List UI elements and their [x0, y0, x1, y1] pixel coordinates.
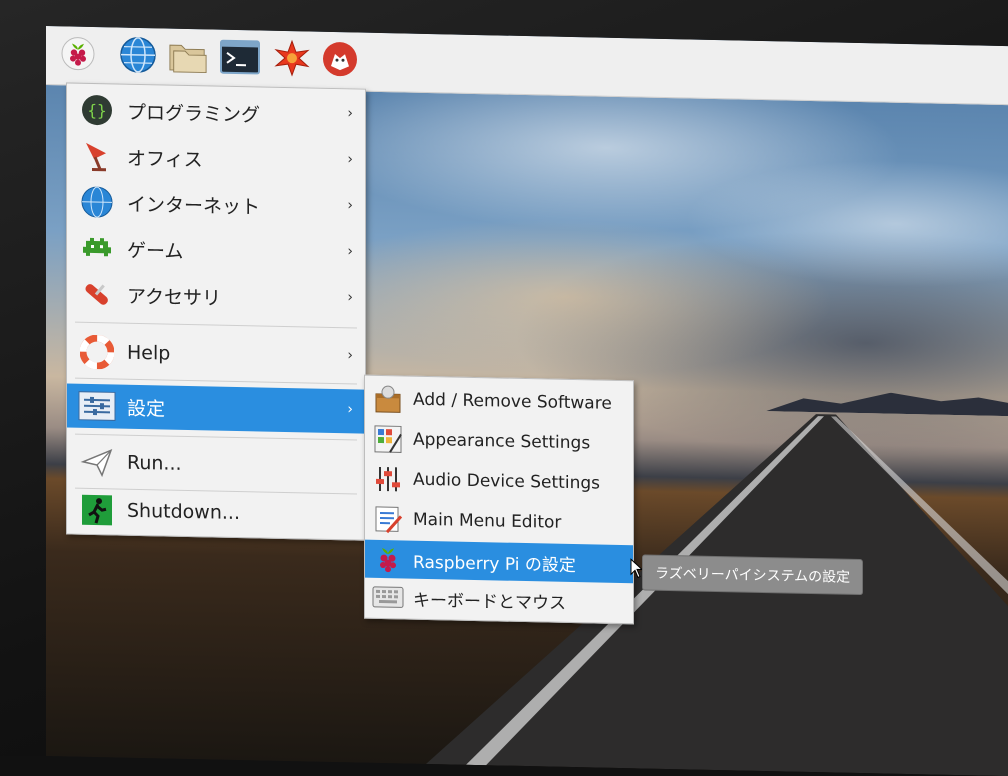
- tooltip: ラズベリーパイシステムの設定: [642, 554, 863, 595]
- preferences-icon: [77, 386, 117, 427]
- menu-item-label: ゲーム: [127, 235, 183, 263]
- submenu-arrow-icon: ›: [347, 347, 353, 363]
- terminal-icon[interactable]: [220, 37, 260, 78]
- accessories-icon: [77, 274, 117, 315]
- submenu-item-audio-device-settings[interactable]: Audio Device Settings: [365, 460, 633, 504]
- office-icon: [77, 136, 117, 177]
- web-browser-icon[interactable]: [118, 35, 158, 76]
- run-icon: [77, 442, 117, 483]
- submenu-item-label: キーボードとマウス: [413, 585, 566, 613]
- submenu-item-label: Audio Device Settings: [413, 470, 600, 494]
- mathematica-icon[interactable]: [272, 38, 312, 79]
- submenu-arrow-icon: ›: [347, 105, 353, 121]
- internet-icon: [77, 182, 117, 223]
- menu-item-games[interactable]: ゲーム ›: [67, 225, 365, 275]
- submenu-item-label: Add / Remove Software: [413, 390, 612, 414]
- desktop-screen: {} プログラミング › オフィス › インターネット › ゲーム ›: [46, 26, 1008, 776]
- menu-item-office[interactable]: オフィス ›: [67, 133, 365, 183]
- submenu-arrow-icon: ›: [347, 243, 353, 259]
- application-menu: {} プログラミング › オフィス › インターネット › ゲーム ›: [66, 82, 366, 540]
- keyboard-icon: [371, 580, 405, 615]
- games-icon: [77, 228, 117, 269]
- menu-item-label: 設定: [127, 393, 165, 421]
- menu-item-preferences[interactable]: 設定 ›: [67, 383, 365, 433]
- submenu-item-add-remove-software[interactable]: Add / Remove Software: [365, 380, 633, 424]
- wolfram-icon[interactable]: [320, 39, 360, 80]
- menu-item-programming[interactable]: {} プログラミング ›: [67, 87, 365, 137]
- menu-separator: [75, 434, 357, 441]
- menu-item-label: Shutdown...: [127, 500, 240, 524]
- submenu-arrow-icon: ›: [347, 289, 353, 305]
- submenu-arrow-icon: ›: [347, 401, 353, 417]
- menu-item-label: プログラミング: [127, 97, 260, 127]
- submenu-item-label: Main Menu Editor: [413, 510, 561, 533]
- menu-item-run[interactable]: Run...: [67, 439, 365, 489]
- svg-text:{}: {}: [87, 101, 106, 120]
- menu-item-internet[interactable]: インターネット ›: [67, 179, 365, 229]
- programming-icon: {}: [77, 90, 117, 131]
- submenu-item-appearance-settings[interactable]: Appearance Settings: [365, 420, 633, 464]
- menu-item-shutdown[interactable]: Shutdown...: [67, 487, 365, 537]
- shutdown-icon: [77, 490, 117, 531]
- menu-item-label: Run...: [127, 452, 182, 475]
- submenu-item-main-menu-editor[interactable]: Main Menu Editor: [365, 500, 633, 544]
- submenu-arrow-icon: ›: [347, 197, 353, 213]
- menu-item-accessories[interactable]: アクセサリ ›: [67, 271, 365, 321]
- submenu-item-label: Appearance Settings: [413, 430, 590, 454]
- submenu-item-label: Raspberry Pi の設定: [413, 547, 576, 575]
- audio-icon: [371, 462, 405, 497]
- raspberry-icon[interactable]: [58, 33, 98, 74]
- preferences-submenu: Add / Remove Software Appearance Setting…: [364, 375, 634, 625]
- submenu-arrow-icon: ›: [347, 151, 353, 167]
- menu-item-label: Help: [127, 342, 170, 365]
- appearance-icon: [371, 422, 405, 457]
- submenu-item-raspberry-pi-configuration[interactable]: Raspberry Pi の設定: [365, 540, 633, 584]
- file-manager-icon[interactable]: [168, 36, 208, 77]
- menu-item-help[interactable]: Help ›: [67, 329, 365, 379]
- help-icon: [77, 332, 117, 373]
- package-icon: [371, 382, 405, 417]
- menu-separator: [75, 322, 357, 329]
- menu-item-label: アクセサリ: [127, 281, 221, 310]
- menu-item-label: インターネット: [127, 189, 260, 219]
- raspberry-icon: [371, 542, 405, 577]
- menu-editor-icon: [371, 502, 405, 537]
- menu-item-label: オフィス: [127, 143, 203, 172]
- submenu-item-keyboard-mouse[interactable]: キーボードとマウス: [365, 578, 633, 622]
- tooltip-text: ラズベリーパイシステムの設定: [655, 563, 850, 587]
